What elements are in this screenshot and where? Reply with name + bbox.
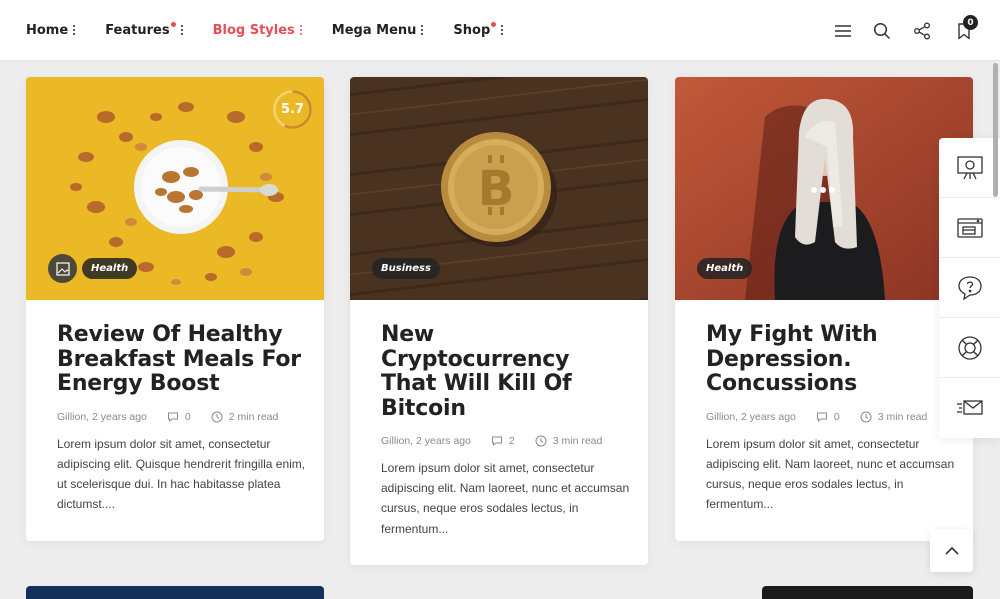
- submenu-dots-icon: [299, 25, 302, 35]
- comment-icon: [491, 436, 502, 447]
- nav-item-home[interactable]: Home: [26, 22, 76, 38]
- comment-icon: [816, 412, 827, 422]
- nav-item-label: Shop: [453, 22, 491, 38]
- search-icon: [873, 22, 890, 39]
- post-excerpt: Lorem ipsum dolor sit amet, consectetur …: [381, 461, 630, 536]
- post-format-button[interactable]: [48, 254, 77, 283]
- post-body: My Fight With Depression. Concussions Gi…: [706, 322, 956, 514]
- nav-item-mega-menu[interactable]: Mega Menu: [332, 23, 424, 38]
- post-body: Review Of Healthy Breakfast Meals For En…: [57, 322, 307, 514]
- nav-item-label: Home: [26, 22, 69, 38]
- comment-count-value: 0: [184, 410, 191, 423]
- bookmark-count-badge: 0: [963, 15, 978, 30]
- fast-mail-icon: [956, 400, 983, 415]
- category-tag[interactable]: Health: [697, 258, 753, 279]
- post-excerpt: Lorem ipsum dolor sit amet, consectetur …: [57, 436, 306, 512]
- reading-time-value: 2 min read: [228, 410, 279, 423]
- share-icon: [913, 22, 930, 39]
- reading-time-value: 3 min read: [877, 410, 928, 423]
- post-author-date[interactable]: Gillion, 2 years ago: [57, 411, 147, 423]
- post-card: 5.7 Health Review Of Healthy Breakfast M…: [26, 77, 324, 541]
- bookmarks-button[interactable]: 0: [943, 10, 984, 51]
- main-menu: Home Features Blog Styles Mega Menu Shop: [26, 0, 533, 60]
- nav-item-label: Blog Styles: [212, 22, 295, 38]
- post-title[interactable]: Review Of Healthy Breakfast Meals For En…: [57, 322, 307, 397]
- submenu-dots-icon: [73, 25, 76, 35]
- presentation-icon: [956, 155, 983, 179]
- comment-count[interactable]: 0: [816, 411, 840, 423]
- lifebuoy-icon: [957, 335, 982, 360]
- help-chat-icon: [957, 275, 982, 300]
- comment-count-value: 2: [508, 435, 515, 447]
- submenu-dots-icon: [501, 25, 504, 35]
- post-title[interactable]: New Cryptocurrency That Will Kill Of Bit…: [381, 322, 601, 421]
- nav-item-features[interactable]: Features: [105, 21, 183, 38]
- comment-count[interactable]: 0: [167, 411, 191, 423]
- post-excerpt: Lorem ipsum dolor sit amet, consectetur …: [706, 436, 955, 512]
- gallery-icon: [55, 261, 70, 276]
- post-body: New Cryptocurrency That Will Kill Of Bit…: [381, 322, 631, 539]
- nav-item-label: Mega Menu: [331, 22, 417, 38]
- reading-time-value: 3 min read: [552, 435, 603, 447]
- search-button[interactable]: [861, 10, 902, 51]
- clock-icon: [860, 411, 872, 422]
- submenu-dots-icon: [180, 25, 183, 35]
- top-navigation-bar: Home Features Blog Styles Mega Menu Shop: [0, 0, 1000, 61]
- nav-item-blog-styles[interactable]: Blog Styles: [213, 23, 302, 38]
- nav-item-shop[interactable]: Shop: [453, 21, 504, 38]
- comment-icon: [167, 412, 178, 422]
- post-meta: Gillion, 2 years ago 2 3 min read: [381, 435, 631, 447]
- share-button[interactable]: [901, 10, 942, 51]
- post-author-date[interactable]: Gillion, 2 years ago: [706, 411, 796, 423]
- svg-text:B: B: [478, 161, 515, 217]
- new-indicator-dot: [491, 21, 497, 27]
- post-thumbnail[interactable]: Health: [675, 77, 973, 300]
- next-post-thumbnail[interactable]: [762, 586, 973, 599]
- menu-button[interactable]: [822, 10, 863, 51]
- post-card: Health My Fight With Depression. Concuss…: [675, 77, 973, 541]
- chevron-up-icon: [944, 546, 959, 555]
- menu-icon: [834, 24, 851, 37]
- nav-item-label: Features: [105, 22, 170, 38]
- reading-time: 2 min read: [211, 410, 279, 423]
- clock-icon: [211, 411, 223, 422]
- post-card: B Business New Cryptocurrency That Will …: [350, 77, 648, 565]
- comment-count-value: 0: [833, 410, 840, 423]
- new-indicator-dot: [170, 21, 176, 27]
- post-meta: Gillion, 2 years ago 0 3 min read: [706, 411, 956, 423]
- scrollbar-thumb[interactable]: [993, 63, 998, 197]
- rating-score: 5.7: [280, 102, 305, 117]
- post-thumbnail[interactable]: 5.7 Health: [26, 77, 324, 300]
- post-title[interactable]: My Fight With Depression. Concussions: [706, 322, 956, 397]
- next-post-thumbnail[interactable]: [26, 586, 324, 599]
- reading-time: 3 min read: [535, 435, 603, 447]
- category-tag[interactable]: Business: [372, 258, 440, 279]
- comment-count[interactable]: 2: [491, 435, 515, 447]
- category-tag[interactable]: Health: [82, 258, 138, 279]
- post-options-button[interactable]: [811, 187, 835, 193]
- submenu-dots-icon: [421, 25, 424, 35]
- post-thumbnail[interactable]: B Business: [350, 77, 648, 300]
- back-to-top-button[interactable]: [930, 529, 973, 572]
- reading-time: 3 min read: [860, 410, 928, 423]
- clock-icon: [535, 435, 547, 447]
- post-meta: Gillion, 2 years ago 0 2 min read: [57, 411, 307, 423]
- post-author-date[interactable]: Gillion, 2 years ago: [381, 435, 471, 447]
- browser-payment-icon: [956, 217, 983, 238]
